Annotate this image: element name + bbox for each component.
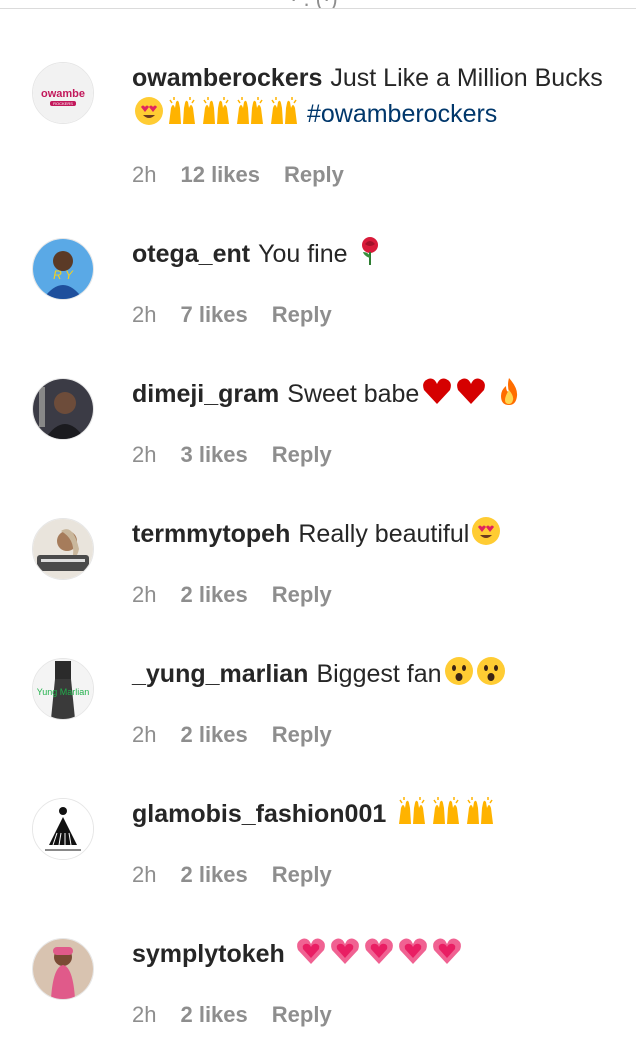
comment-meta: 2h 12 likes Reply xyxy=(132,160,368,190)
comment-body: _yung_marlian Biggest fan xyxy=(132,656,622,696)
comment-text: Biggest fan xyxy=(316,660,442,688)
reply-button[interactable]: Reply xyxy=(272,442,332,467)
comment-username[interactable]: owamberockers xyxy=(132,64,322,92)
comment-timestamp: 2h xyxy=(132,442,157,467)
comment-item: dimeji_gram Sweet babe 2h 3 likes Reply xyxy=(0,374,636,474)
comment-timestamp: 2h xyxy=(132,1002,157,1027)
comment-likes[interactable]: 2 likes xyxy=(180,1002,247,1027)
avatar[interactable] xyxy=(32,938,94,1000)
reply-button[interactable]: Reply xyxy=(272,862,332,887)
comment-body: symplytokeh xyxy=(132,936,622,976)
comment-likes[interactable]: 7 likes xyxy=(180,302,247,327)
comment-username[interactable]: dimeji_gram xyxy=(132,380,279,408)
comment-meta: 2h 2 likes Reply xyxy=(132,580,356,610)
raising-hands-emoji-icon xyxy=(268,96,300,136)
raising-hands-emoji-icon xyxy=(396,796,428,836)
reply-button[interactable]: Reply xyxy=(272,302,332,327)
raising-hands-emoji-icon xyxy=(234,96,266,136)
growing-heart-emoji-icon xyxy=(363,936,395,976)
comment-item: symplytokeh 2h 2 likes Reply xyxy=(0,934,636,1034)
comment-username[interactable]: _yung_marlian xyxy=(132,660,308,688)
comment-username[interactable]: otega_ent xyxy=(132,240,250,268)
comment-text: You fine xyxy=(258,240,348,268)
comment-likes[interactable]: 2 likes xyxy=(180,862,247,887)
growing-heart-emoji-icon xyxy=(295,936,327,976)
comment-body: termmytopeh Really beautiful xyxy=(132,516,622,556)
comment-item: termmytopeh Really beautiful 2h 2 likes Rep… xyxy=(0,514,636,614)
avatar-logo-text: owambe xyxy=(41,88,85,100)
raising-hands-emoji-icon xyxy=(166,96,198,136)
comment-meta: 2h 2 likes Reply xyxy=(132,720,356,750)
hushed-face-emoji-icon xyxy=(476,656,506,696)
comment-likes[interactable]: 3 likes xyxy=(180,442,247,467)
comment-username[interactable]: termmytopeh xyxy=(132,520,290,548)
growing-heart-emoji-icon xyxy=(431,936,463,976)
raising-hands-emoji-icon xyxy=(200,96,232,136)
avatar-overlay-text: Yung Marlian xyxy=(37,687,90,697)
raising-hands-emoji-icon xyxy=(430,796,462,836)
avatar[interactable]: Yung Marlian xyxy=(32,658,94,720)
comment-item: R Y otega_ent You fine 2h 7 likes Reply xyxy=(0,234,636,334)
top-clipped-bar: · . (·) xyxy=(0,0,636,9)
fire-emoji-icon xyxy=(496,376,522,416)
growing-heart-emoji-icon xyxy=(397,936,429,976)
comment-body: otega_ent You fine xyxy=(132,236,622,276)
user-photo-icon xyxy=(33,379,93,439)
growing-heart-emoji-icon xyxy=(329,936,361,976)
avatar[interactable] xyxy=(32,378,94,440)
reply-button[interactable]: Reply xyxy=(272,722,332,747)
comment-meta: 2h 7 likes Reply xyxy=(132,300,356,330)
user-photo-icon xyxy=(33,939,93,999)
fashion-brand-logo-icon xyxy=(33,799,93,859)
comment-timestamp: 2h xyxy=(132,302,157,327)
comment-timestamp: 2h xyxy=(132,722,157,747)
reply-button[interactable]: Reply xyxy=(272,582,332,607)
avatar-logo-subtext: ROCKERS xyxy=(53,101,73,106)
comment-meta: 2h 2 likes Reply xyxy=(132,860,356,890)
comment-text: Really beautiful xyxy=(298,520,470,548)
comment-timestamp: 2h xyxy=(132,162,157,187)
avatar[interactable] xyxy=(32,518,94,580)
comment-item: Yung Marlian _yung_marlian Biggest fan 2h… xyxy=(0,654,636,754)
rose-emoji-icon xyxy=(357,236,383,276)
clipped-header-text: · . (·) xyxy=(290,0,338,8)
red-heart-emoji-icon xyxy=(455,376,487,416)
avatar[interactable]: R Y xyxy=(32,238,94,300)
heart-eyes-emoji-icon xyxy=(471,516,501,556)
comment-meta: 2h 3 likes Reply xyxy=(132,440,356,470)
comment-likes[interactable]: 2 likes xyxy=(180,722,247,747)
avatar-overlay-text: R Y xyxy=(53,268,74,282)
comment-text: Sweet babe xyxy=(287,380,420,408)
hushed-face-emoji-icon xyxy=(444,656,474,696)
user-photo-icon: Yung Marlian xyxy=(33,659,93,719)
comment-item: glamobis_fashion001 2h 2 likes Reply xyxy=(0,794,636,894)
comment-timestamp: 2h xyxy=(132,862,157,887)
avatar[interactable]: owambe ROCKERS xyxy=(32,62,94,124)
user-photo-icon xyxy=(33,519,93,579)
comment-hashtag-link[interactable]: #owamberockers xyxy=(307,100,497,128)
comment-meta: 2h 2 likes Reply xyxy=(132,1000,356,1030)
reply-button[interactable]: Reply xyxy=(284,162,344,187)
comment-likes[interactable]: 12 likes xyxy=(180,162,260,187)
comment-timestamp: 2h xyxy=(132,582,157,607)
comment-body: dimeji_gram Sweet babe xyxy=(132,376,622,416)
comment-username[interactable]: symplytokeh xyxy=(132,940,285,968)
comment-body: owamberockers Just Like a Million Bucks #… xyxy=(132,60,622,136)
heart-eyes-emoji-icon xyxy=(134,96,164,136)
comment-text: Just Like a Million Bucks xyxy=(330,64,603,92)
avatar[interactable] xyxy=(32,798,94,860)
comment-username[interactable]: glamobis_fashion001 xyxy=(132,800,386,828)
reply-button[interactable]: Reply xyxy=(272,1002,332,1027)
comment-body: glamobis_fashion001 xyxy=(132,796,622,836)
comment-likes[interactable]: 2 likes xyxy=(180,582,247,607)
owambe-rockers-logo-icon: owambe ROCKERS xyxy=(33,63,93,123)
comment-item: owambe ROCKERS owamberockers Just Like a … xyxy=(0,58,636,208)
raising-hands-emoji-icon xyxy=(464,796,496,836)
user-photo-icon: R Y xyxy=(33,239,93,299)
red-heart-emoji-icon xyxy=(421,376,453,416)
